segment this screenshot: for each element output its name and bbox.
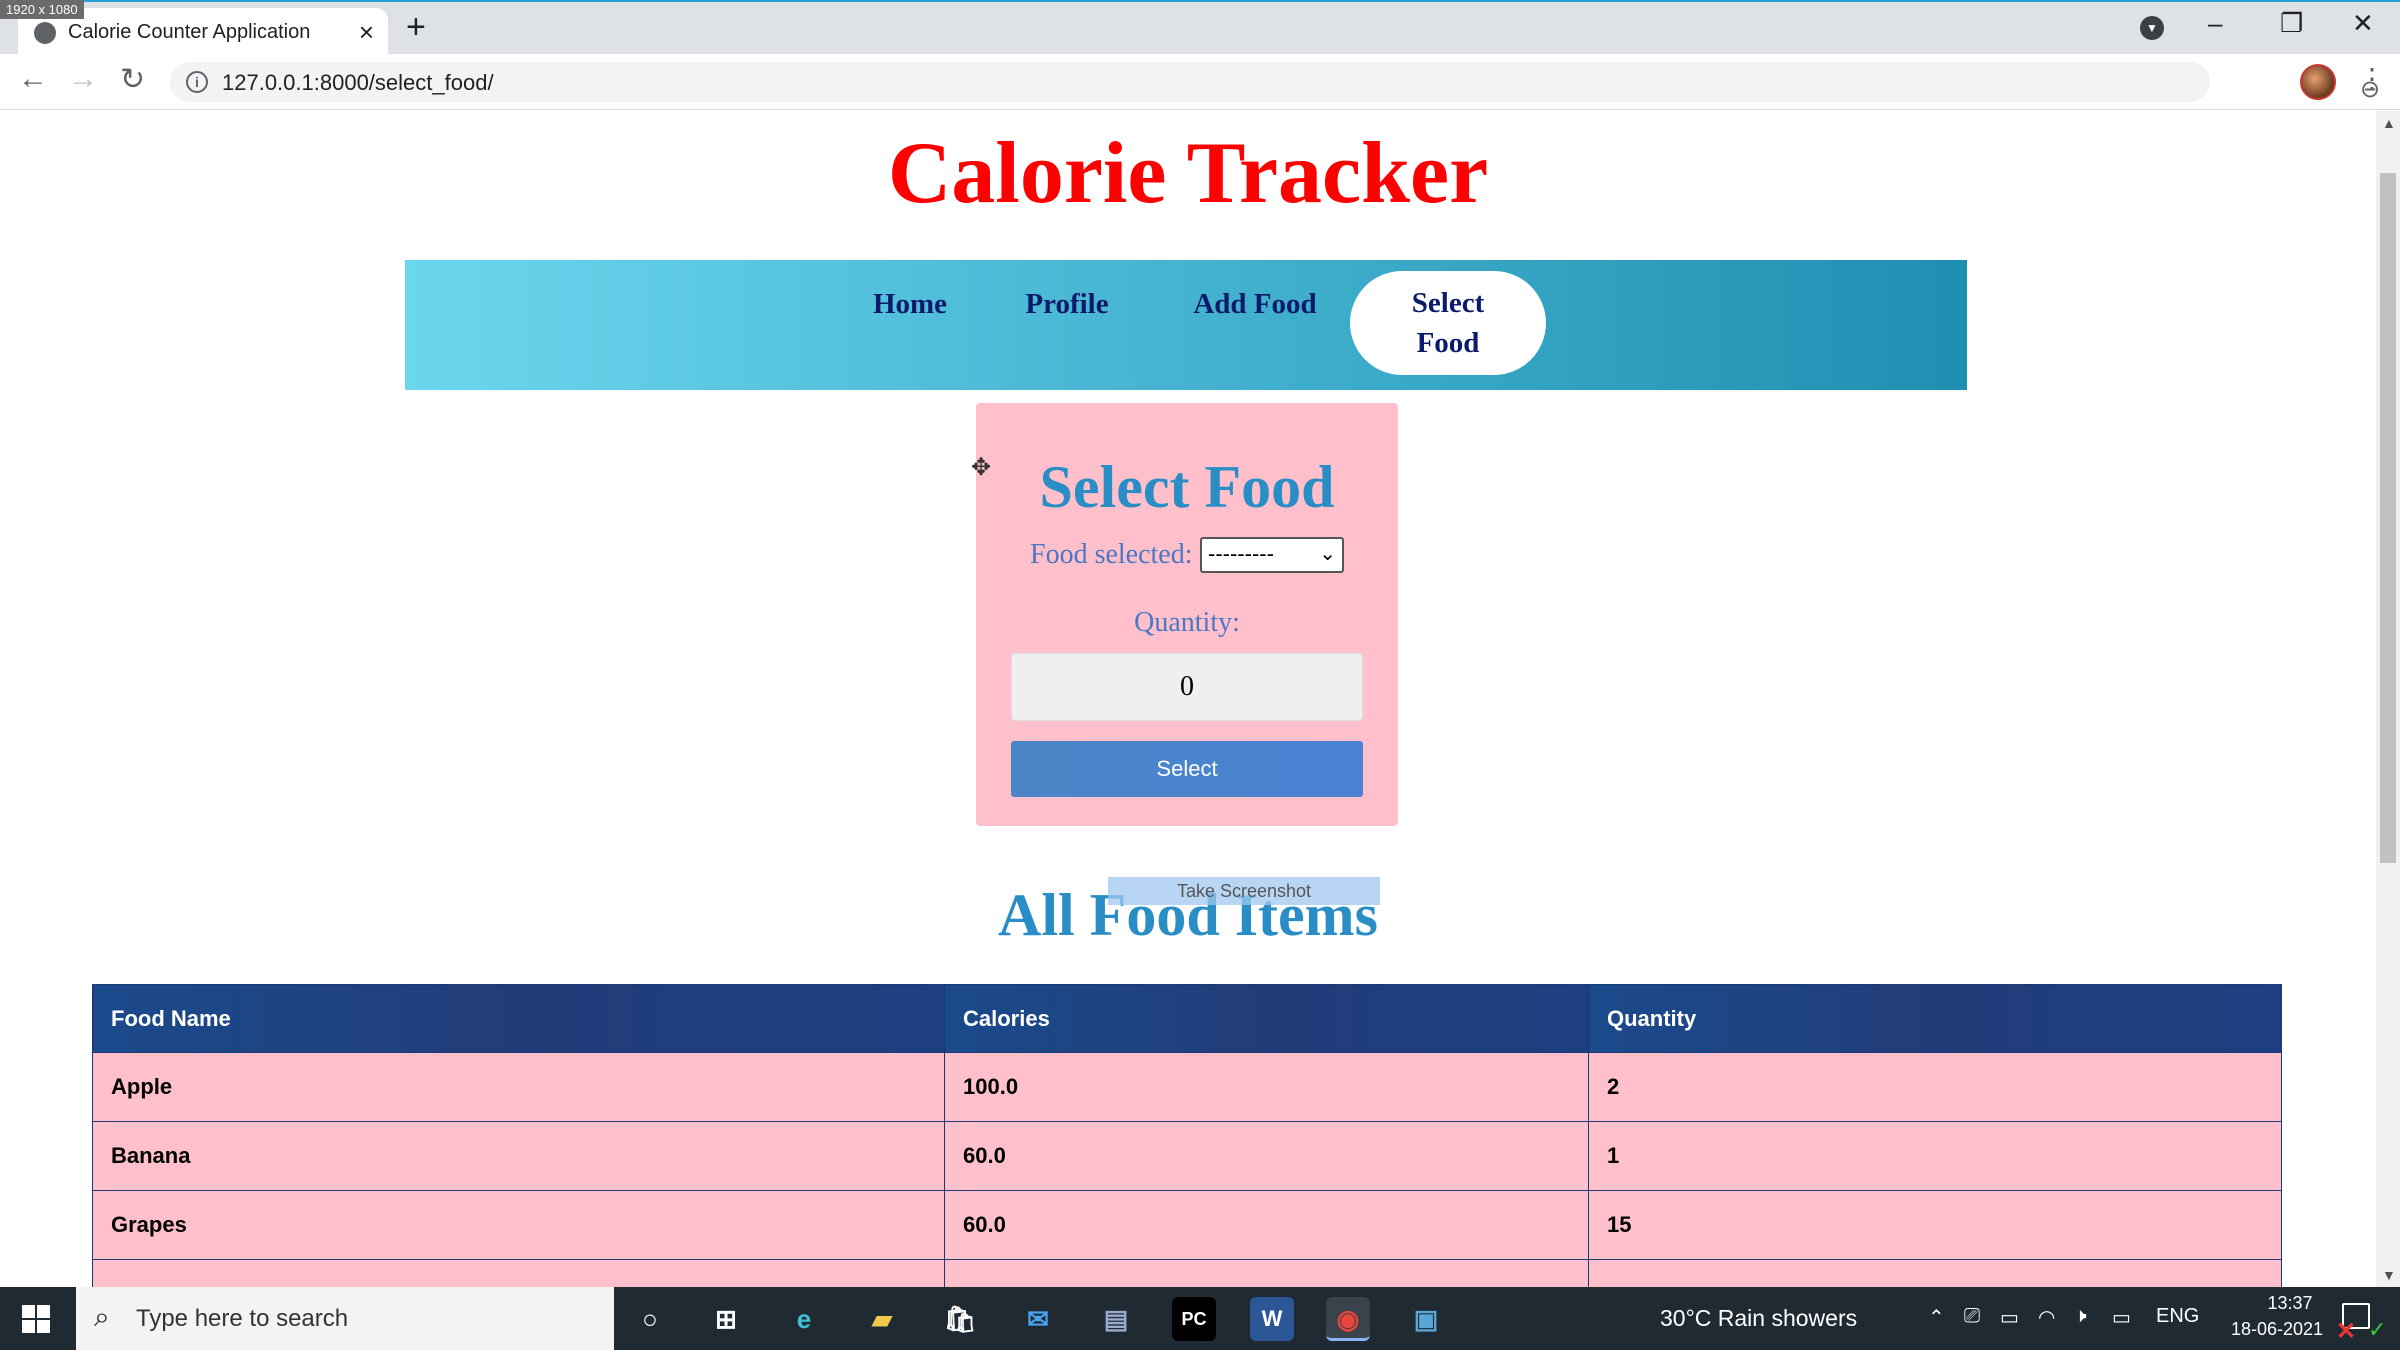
cell-quantity: 1: [1588, 1121, 2282, 1191]
windows-start-icon[interactable]: [22, 1305, 50, 1333]
tab-title: Calorie Counter Application: [68, 21, 311, 43]
globe-icon: [34, 22, 56, 44]
cell-food-name: Banana: [92, 1121, 945, 1191]
cortana-icon[interactable]: ○: [628, 1297, 672, 1341]
pycharm-icon[interactable]: PC: [1172, 1297, 1216, 1341]
header-calories: Calories: [944, 984, 1589, 1053]
address-bar[interactable]: i 127.0.0.1:8000/select_food/ ⊖ ☆: [170, 62, 2380, 103]
food-selected-label: Food selected:: [1030, 539, 1193, 570]
cell-calories: 100.0: [944, 1052, 1589, 1122]
browser-toolbar: ← → ↻ i 127.0.0.1:8000/select_food/ ⊖ ☆ …: [0, 54, 2400, 110]
chrome-icon[interactable]: ◉: [1326, 1297, 1370, 1341]
nav-home[interactable]: Home: [845, 284, 975, 324]
food-items-table: Food Name Calories Quantity Apple 100.0 …: [92, 984, 2282, 1287]
language-indicator[interactable]: ENG: [2156, 1305, 2199, 1328]
cell-calories: 60.0: [944, 1190, 1589, 1260]
file-explorer-icon[interactable]: ▰: [860, 1297, 904, 1341]
nav-add-food[interactable]: Add Food: [1175, 284, 1335, 324]
checkmark-icon[interactable]: ✓: [2368, 1317, 2386, 1343]
wifi-icon[interactable]: ◠: [2038, 1305, 2055, 1330]
taskbar-search-box[interactable]: ⌕ Type here to search: [76, 1287, 614, 1350]
windows-taskbar: ⌕ Type here to search ○ ⊞ e ▰ 🛍 ✉ ▤ PC W…: [0, 1287, 2400, 1350]
chevron-up-icon[interactable]: ⌃: [1928, 1305, 1945, 1330]
meet-now-icon[interactable]: ⎚: [1964, 1305, 1980, 1328]
quantity-input[interactable]: 0: [1011, 653, 1363, 721]
scroll-down-arrow-icon[interactable]: ▼: [2382, 1267, 2396, 1283]
speaker-muted-icon[interactable]: 🕨: [2074, 1305, 2087, 1328]
url-text[interactable]: 127.0.0.1:8000/select_food/: [222, 70, 494, 96]
cell-food-name: [92, 1259, 945, 1287]
select-button[interactable]: Select: [1011, 741, 1363, 797]
profile-avatar[interactable]: [2300, 64, 2336, 100]
back-arrow-icon[interactable]: ←: [18, 62, 48, 96]
select-food-form: Select Food Food selected: --------- ⌄ Q…: [976, 403, 1398, 826]
table-header-row: Food Name Calories Quantity: [92, 984, 2282, 1053]
close-tab-icon[interactable]: ×: [359, 17, 374, 48]
scroll-up-arrow-icon[interactable]: ▲: [2382, 115, 2396, 131]
quantity-label: Quantity:: [1134, 607, 1240, 638]
take-screenshot-overlay[interactable]: Take Screenshot: [1108, 877, 1380, 905]
main-nav: Home Profile Add Food Select Food: [405, 260, 1967, 390]
forward-arrow-icon[interactable]: →: [68, 62, 98, 96]
nav-select-food-line2: Food: [1416, 327, 1480, 359]
chevron-down-icon: ⌄: [1319, 543, 1336, 565]
close-window-icon[interactable]: ✕: [2352, 8, 2374, 39]
weather-widget[interactable]: 30°C Rain showers: [1660, 1305, 1857, 1332]
close-x-icon[interactable]: ✕: [2336, 1317, 2356, 1346]
nav-select-food-line1: Select: [1411, 287, 1485, 319]
header-food-name: Food Name: [92, 984, 945, 1053]
browser-tab-bar: Calorie Counter Application × + ▼ – ❐ ✕: [0, 0, 2400, 56]
tab-search-icon[interactable]: ▼: [2140, 16, 2164, 40]
cell-food-name: Grapes: [92, 1190, 945, 1260]
food-select-value: ---------: [1208, 541, 1274, 566]
cell-food-name: Apple: [92, 1052, 945, 1122]
table-row: Banana 60.0 1: [92, 1121, 2282, 1191]
task-view-icon[interactable]: ⊞: [704, 1297, 748, 1341]
cell-quantity: [1588, 1259, 2282, 1287]
nav-profile[interactable]: Profile: [1002, 284, 1132, 324]
nav-select-food[interactable]: Select Food: [1350, 271, 1546, 375]
move-cursor-icon: ✥: [970, 454, 992, 481]
taskbar-search-placeholder: Type here to search: [136, 1305, 349, 1332]
battery-icon[interactable]: ▭: [2112, 1305, 2131, 1330]
page-viewport: Calorie Tracker Home Profile Add Food Se…: [0, 111, 2376, 1287]
cell-quantity: 15: [1588, 1190, 2282, 1260]
cell-calories: [944, 1259, 1589, 1287]
remote-desktop-icon[interactable]: ▤: [1094, 1297, 1138, 1341]
mail-icon[interactable]: ✉: [1016, 1297, 1060, 1341]
info-icon[interactable]: i: [186, 71, 208, 93]
table-row: [92, 1259, 2282, 1287]
restore-icon[interactable]: ❐: [2280, 8, 2303, 39]
new-tab-icon[interactable]: +: [406, 8, 426, 47]
page-scrollbar[interactable]: ▲ ▼: [2376, 111, 2400, 1287]
scroll-thumb[interactable]: [2380, 173, 2396, 863]
clock-date[interactable]: 18-06-2021: [2212, 1319, 2342, 1340]
cell-calories: 60.0: [944, 1121, 1589, 1191]
menu-kebab-icon[interactable]: ⋮: [2358, 62, 2386, 95]
search-icon: ⌕: [94, 1301, 110, 1332]
header-quantity: Quantity: [1588, 984, 2282, 1053]
device-icon[interactable]: ▭: [2000, 1305, 2019, 1330]
word-icon[interactable]: W: [1250, 1297, 1294, 1341]
resolution-badge: 1920 x 1080: [0, 0, 84, 19]
cell-quantity: 2: [1588, 1052, 2282, 1122]
app-title: Calorie Tracker: [887, 125, 1489, 222]
form-heading: Select Food: [1039, 454, 1335, 520]
edge-icon[interactable]: e: [782, 1297, 826, 1341]
minimize-icon[interactable]: –: [2208, 8, 2222, 39]
table-row: Grapes 60.0 15: [92, 1190, 2282, 1260]
camera-app-icon[interactable]: ▣: [1404, 1297, 1448, 1341]
table-row: Apple 100.0 2: [92, 1052, 2282, 1122]
store-icon[interactable]: 🛍: [938, 1297, 982, 1341]
clock-time[interactable]: 13:37: [2240, 1293, 2340, 1314]
food-select-dropdown[interactable]: --------- ⌄: [1200, 537, 1344, 573]
reload-icon[interactable]: ↻: [120, 62, 145, 97]
